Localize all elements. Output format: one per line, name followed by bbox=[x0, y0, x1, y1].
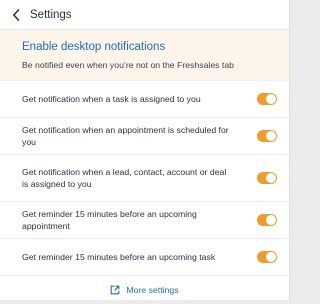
toggle-knob bbox=[266, 173, 276, 183]
toggle-knob bbox=[266, 252, 276, 262]
more-settings-link[interactable]: More settings bbox=[110, 285, 179, 295]
external-link-icon bbox=[110, 285, 120, 295]
setting-label: Get reminder 15 minutes before an upcomi… bbox=[22, 209, 197, 231]
enable-desktop-notifications-link[interactable]: Enable desktop notifications bbox=[22, 40, 289, 54]
setting-row-appointment-reminder: Get reminder 15 minutes before an upcomi… bbox=[0, 202, 289, 239]
settings-panel: Settings Enable desktop notifications Be… bbox=[0, 0, 290, 300]
setting-row-record-assigned: Get notification when a lead, contact, a… bbox=[0, 155, 289, 202]
toggle-switch[interactable] bbox=[257, 251, 277, 263]
toggle-switch[interactable] bbox=[257, 172, 277, 184]
banner-subtitle: Be notified even when you’re not on the … bbox=[22, 60, 235, 70]
more-settings-label: More settings bbox=[126, 285, 179, 295]
toggle-switch[interactable] bbox=[257, 130, 277, 142]
setting-row-appointment-scheduled: Get notification when an appointment is … bbox=[0, 118, 289, 155]
toggle-knob bbox=[266, 131, 276, 141]
toggle-knob bbox=[266, 94, 276, 104]
setting-label: Get notification when a task is assigned… bbox=[22, 94, 201, 104]
setting-row-task-assigned: Get notification when a task is assigned… bbox=[0, 81, 289, 118]
settings-header: Settings bbox=[0, 0, 289, 30]
setting-label: Get notification when an appointment is … bbox=[22, 125, 229, 147]
setting-row-task-reminder: Get reminder 15 minutes before an upcomi… bbox=[0, 239, 289, 276]
notification-settings-list: Get notification when a task is assigned… bbox=[0, 81, 289, 276]
toggle-switch[interactable] bbox=[257, 93, 277, 105]
toggle-switch[interactable] bbox=[257, 214, 277, 226]
page-title: Settings bbox=[30, 8, 72, 21]
chevron-left-icon[interactable] bbox=[10, 8, 22, 22]
setting-label: Get reminder 15 minutes before an upcomi… bbox=[22, 252, 216, 262]
toggle-knob bbox=[266, 215, 276, 225]
setting-label: Get notification when a lead, contact, a… bbox=[22, 167, 227, 189]
desktop-notifications-banner: Enable desktop notifications Be notified… bbox=[0, 30, 289, 81]
